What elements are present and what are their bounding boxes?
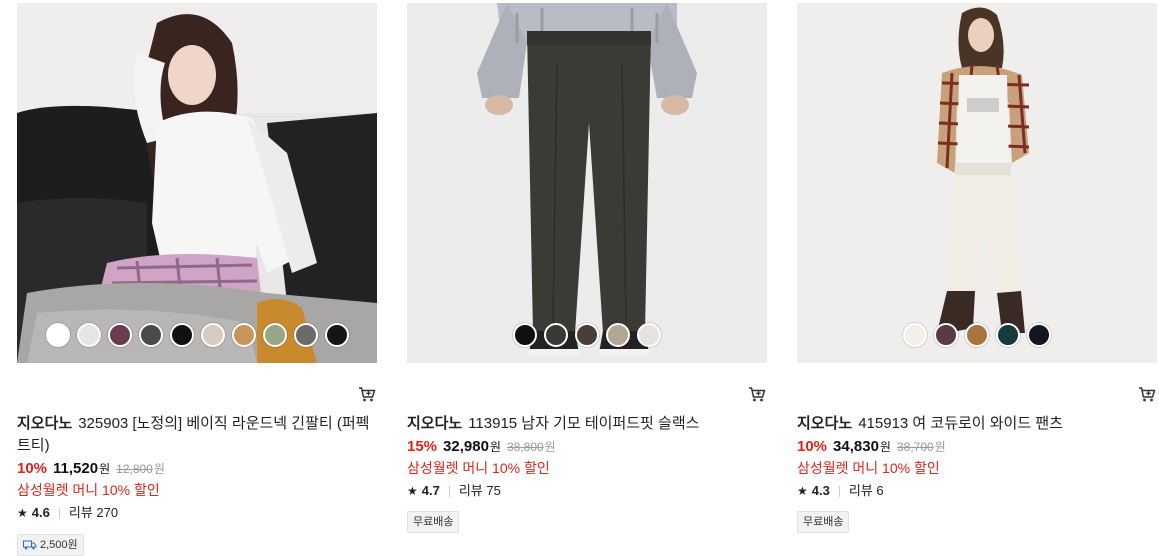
color-swatch[interactable] (996, 323, 1020, 347)
original-price: 38,700 (896, 440, 934, 454)
original-currency-unit: 원 (544, 440, 556, 454)
star-icon: ★ (17, 506, 28, 520)
truck-icon (23, 540, 37, 550)
promo-text: 삼성월렛 머니 10% 할인 (797, 460, 940, 476)
rating-score: 4.7 (421, 483, 440, 498)
product-image[interactable] (407, 3, 767, 363)
discount-rate: 10% (17, 460, 48, 477)
color-swatch[interactable] (606, 323, 630, 347)
discount-rate: 15% (407, 438, 438, 455)
original-currency-unit: 원 (934, 440, 946, 454)
sale-price: 32,980 (443, 438, 489, 455)
color-swatch[interactable] (293, 323, 318, 347)
color-swatch[interactable] (1027, 323, 1051, 347)
add-to-cart-button[interactable] (357, 384, 377, 404)
star-icon: ★ (797, 484, 808, 498)
cart-icon (749, 387, 766, 402)
product-card[interactable]: 지오다노 415913 여 코듀로이 와이드 팬츠 10% 34,830원 38,70… (797, 0, 1157, 556)
product-title[interactable]: 지오다노 325903 [노정의] 베이직 라운드넥 긴팔티 (퍼펙트티) (17, 413, 377, 457)
promo-text: 삼성월렛 머니 10% 할인 (407, 460, 550, 476)
sale-price: 11,520 (53, 460, 99, 477)
color-swatches (17, 323, 377, 347)
rating-row: ★ 4.6 리뷰 270 (17, 503, 377, 523)
color-swatch[interactable] (903, 323, 927, 347)
rating-row: ★ 4.3 리뷰 6 (797, 481, 1157, 501)
product-info: 지오다노 325903 [노정의] 베이직 라운드넥 긴팔티 (퍼펙트티) 10%… (17, 413, 377, 556)
rating-score: 4.3 (811, 483, 830, 498)
currency-unit: 원 (99, 462, 111, 476)
color-swatches (797, 323, 1157, 347)
discount-rate: 10% (797, 438, 828, 455)
color-swatch[interactable] (262, 323, 287, 347)
cart-icon (359, 387, 376, 402)
add-to-cart-button[interactable] (1137, 384, 1157, 404)
color-swatch[interactable] (934, 323, 958, 347)
color-swatch[interactable] (200, 323, 225, 347)
rating-score: 4.6 (31, 505, 50, 520)
currency-unit: 원 (489, 440, 501, 454)
color-swatch[interactable] (575, 323, 599, 347)
shipping-fee: 2,500원 (40, 539, 78, 551)
product-image[interactable] (17, 3, 377, 363)
divider (58, 507, 60, 519)
currency-unit: 원 (879, 440, 891, 454)
product-card[interactable]: 지오다노 325903 [노정의] 베이직 라운드넥 긴팔티 (퍼펙트티) 10%… (17, 0, 377, 556)
cart-icon (1139, 387, 1156, 402)
product-info: 지오다노 113915 남자 기모 테이퍼드핏 슬랙스 15% 32,980원 38,… (407, 413, 767, 533)
color-swatch[interactable] (169, 323, 194, 347)
product-title[interactable]: 지오다노 415913 여 코듀로이 와이드 팬츠 (797, 413, 1157, 435)
color-swatch[interactable] (544, 323, 568, 347)
color-swatch[interactable] (107, 323, 132, 347)
sale-price: 34,830 (833, 438, 879, 455)
rating-row: ★ 4.7 리뷰 75 (407, 481, 767, 501)
original-price: 12,800 (116, 462, 153, 476)
review-count: 리뷰 270 (68, 505, 119, 520)
review-count: 리뷰 75 (458, 483, 501, 498)
review-count: 리뷰 6 (848, 483, 884, 498)
color-swatches (407, 323, 767, 347)
product-name: 113915 남자 기모 테이퍼드핏 슬랙스 (468, 415, 700, 432)
color-swatch[interactable] (513, 323, 537, 347)
color-swatch[interactable] (76, 323, 101, 347)
shipping-fee-badge: 2,500원 (17, 534, 84, 556)
color-swatch[interactable] (637, 323, 661, 347)
product-card[interactable]: 지오다노 113915 남자 기모 테이퍼드핏 슬랙스 15% 32,980원 38,… (407, 0, 767, 556)
product-image[interactable] (797, 3, 1157, 363)
price-row: 10% 34,830원 38,700원 (797, 436, 1157, 458)
price-row: 10% 11,520원 12,800원 (17, 458, 377, 480)
product-title[interactable]: 지오다노 113915 남자 기모 테이퍼드핏 슬랙스 (407, 413, 767, 435)
color-swatch[interactable] (965, 323, 989, 347)
divider (448, 485, 450, 497)
brand-name: 지오다노 (797, 415, 853, 432)
brand-name: 지오다노 (17, 415, 73, 432)
original-price: 38,800 (506, 440, 544, 454)
price-row: 15% 32,980원 38,800원 (407, 436, 767, 458)
color-swatch[interactable] (45, 323, 70, 347)
free-shipping-badge: 무료배송 (407, 511, 460, 533)
product-info: 지오다노 415913 여 코듀로이 와이드 팬츠 10% 34,830원 38,70… (797, 413, 1157, 533)
product-name: 415913 여 코듀로이 와이드 팬츠 (858, 415, 1063, 432)
divider (838, 485, 840, 497)
add-to-cart-button[interactable] (747, 384, 767, 404)
promo-text: 삼성월렛 머니 10% 할인 (17, 482, 160, 498)
original-currency-unit: 원 (153, 462, 165, 476)
color-swatch[interactable] (138, 323, 163, 347)
color-swatch[interactable] (231, 323, 256, 347)
star-icon: ★ (407, 484, 418, 498)
color-swatch[interactable] (324, 323, 349, 347)
free-shipping-badge: 무료배송 (797, 511, 850, 533)
brand-name: 지오다노 (407, 415, 463, 432)
